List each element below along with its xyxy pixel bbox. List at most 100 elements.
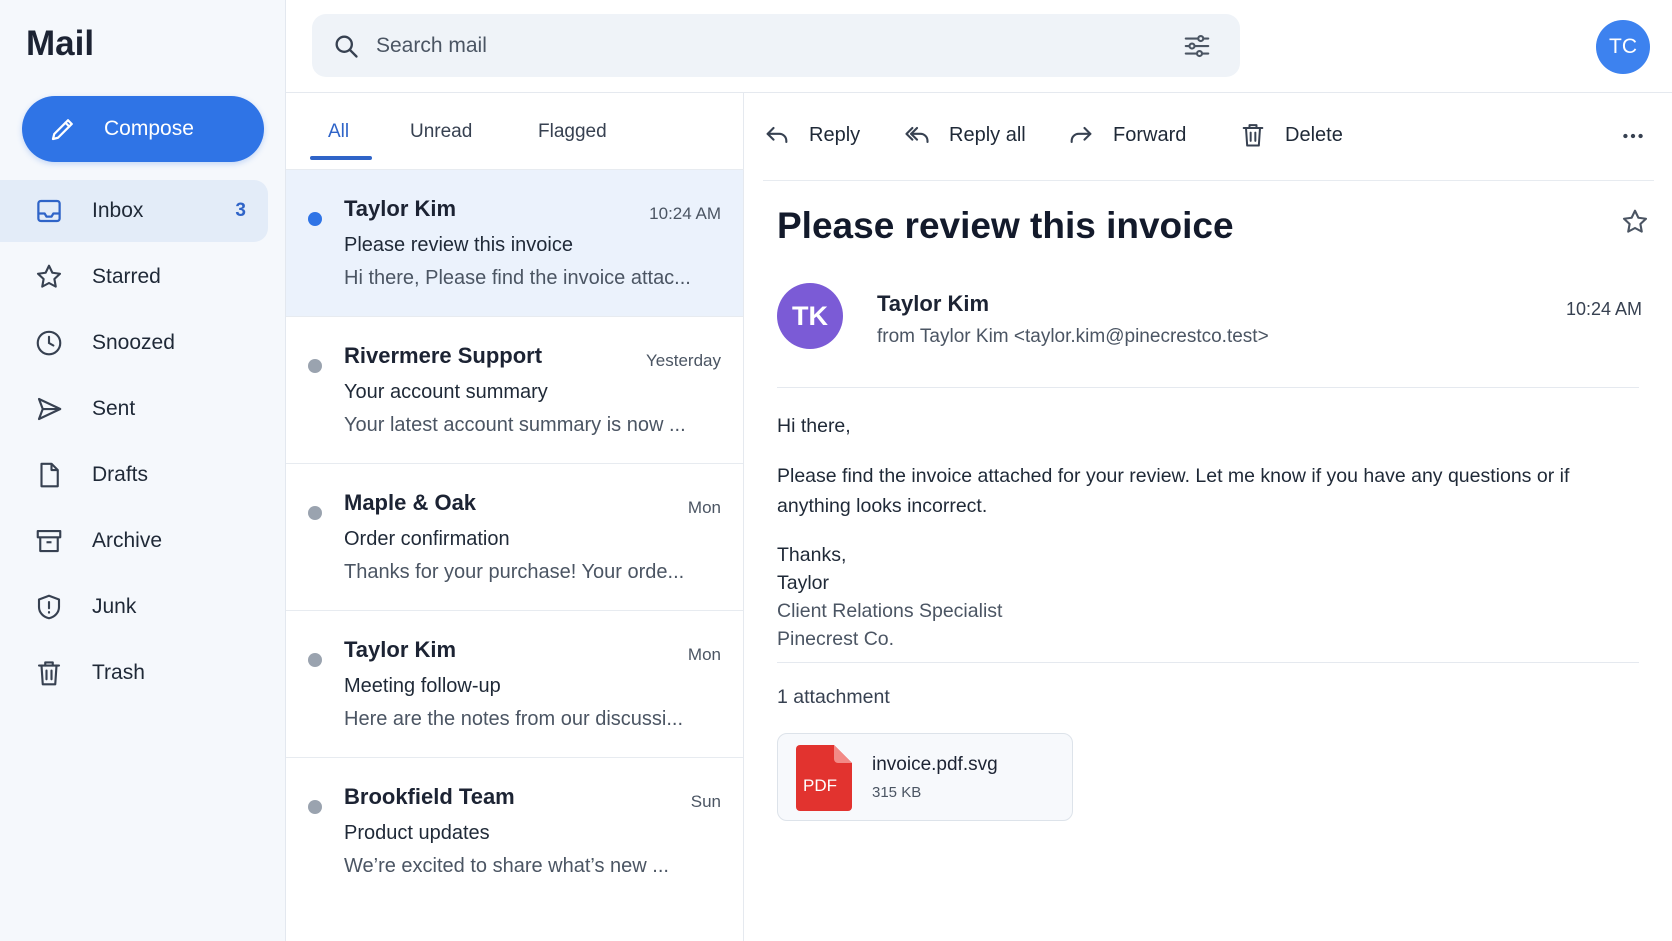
folder-nav: Inbox 3 Starred Snoozed Sent Drafts Arch… — [0, 180, 268, 708]
sidebar-item-label: Trash — [92, 661, 145, 684]
forward-button[interactable]: Forward — [1067, 121, 1186, 149]
star-icon — [36, 264, 62, 288]
message-time: Yesterday — [646, 351, 721, 370]
reply-icon — [766, 126, 788, 144]
search-input[interactable] — [376, 33, 1156, 58]
message-subject: Order confirmation — [344, 528, 510, 550]
message-sender: Rivermere Support — [344, 343, 543, 368]
message-toolbar: Reply Reply all Forward Delete — [763, 93, 1654, 181]
unread-dot — [308, 212, 322, 226]
sender-address: from Taylor Kim <taylor.kim@pinecrestco.… — [877, 326, 1269, 347]
mail-app: Mail Compose Inbox 3 Starred Snoozed Sen… — [0, 0, 1672, 941]
sidebar-item-label: Inbox — [92, 199, 144, 222]
message-sender: Brookfield Team — [344, 784, 515, 809]
message-row[interactable]: Taylor Kim Mon Meeting follow-up Here ar… — [286, 611, 743, 758]
filter-settings-icon[interactable] — [1182, 31, 1212, 61]
pdf-file-icon: PDF — [796, 745, 852, 811]
reply-button[interactable]: Reply — [763, 121, 860, 149]
star-icon[interactable] — [1620, 207, 1650, 237]
message-body: Hi there, Please find the invoice attach… — [777, 411, 1627, 653]
list-tabs: All Unread Flagged — [286, 93, 744, 170]
shield-icon — [37, 594, 61, 620]
delete-label: Delete — [1285, 123, 1343, 146]
attachment-card[interactable]: PDF invoice.pdf.svg 315 KB — [777, 733, 1073, 821]
message-preview: Your latest account summary is now ... — [344, 414, 686, 436]
read-dot — [308, 653, 322, 667]
tab-unread[interactable]: Unread — [410, 121, 472, 143]
message-subject: Meeting follow-up — [344, 675, 501, 697]
tab-flagged[interactable]: Flagged — [538, 121, 607, 143]
pencil-icon — [51, 119, 73, 141]
sidebar-item-snoozed[interactable]: Snoozed — [0, 312, 268, 374]
sidebar-item-label: Drafts — [92, 463, 149, 486]
attachment-name: invoice.pdf.svg — [872, 754, 998, 775]
reply-all-icon — [905, 126, 929, 144]
trash-icon — [1242, 124, 1264, 147]
draft-icon — [40, 462, 59, 488]
more-options-icon[interactable] — [1618, 123, 1648, 149]
unread-count-badge: 3 — [235, 200, 246, 221]
message-preview: Hi there, Please find the invoice attac.… — [344, 267, 691, 289]
attachment-size: 315 KB — [872, 784, 922, 801]
message-row[interactable]: Brookfield Team Sun Product updates We’r… — [286, 758, 743, 905]
sidebar-item-junk[interactable]: Junk — [0, 576, 268, 638]
user-avatar[interactable]: TC — [1596, 20, 1650, 74]
signature-company: Pinecrest Co. — [777, 628, 895, 650]
sender-name: Taylor Kim — [877, 291, 990, 316]
body-paragraph: Please find the invoice attached for you… — [777, 465, 1570, 517]
message-sender: Taylor Kim — [344, 637, 457, 662]
message-row[interactable]: Maple & Oak Mon Order confirmation Thank… — [286, 464, 743, 611]
sidebar-item-label: Junk — [92, 595, 137, 618]
sidebar-item-archive[interactable]: Archive — [0, 510, 268, 572]
tab-all[interactable]: All — [328, 121, 349, 143]
compose-button[interactable]: Compose — [22, 96, 264, 162]
divider — [777, 662, 1639, 663]
clock-icon — [36, 330, 62, 356]
forward-icon — [1070, 126, 1092, 144]
body-greeting: Hi there, — [777, 415, 851, 437]
message-time: Mon — [687, 498, 721, 517]
sidebar-item-drafts[interactable]: Drafts — [0, 444, 268, 506]
reply-all-button[interactable]: Reply all — [903, 121, 1026, 149]
message-row[interactable]: Rivermere Support Yesterday Your account… — [286, 317, 743, 464]
message-sender: Maple & Oak — [344, 490, 477, 515]
sidebar-item-starred[interactable]: Starred — [0, 246, 268, 308]
sidebar-item-label: Starred — [92, 265, 161, 288]
message-preview: Here are the notes from our discussi... — [344, 708, 684, 730]
message-time: Sun — [690, 792, 721, 811]
compose-label: Compose — [104, 117, 194, 140]
read-dot — [308, 359, 322, 373]
inbox-icon — [37, 199, 61, 223]
sidebar-item-inbox[interactable]: Inbox 3 — [0, 180, 268, 242]
message-time: Mon — [687, 645, 721, 664]
sidebar-item-label: Snoozed — [92, 331, 175, 354]
signature-name: Taylor — [777, 572, 830, 594]
signature-title: Client Relations Specialist — [777, 600, 1003, 622]
reply-label: Reply — [809, 123, 861, 146]
sidebar-item-label: Sent — [92, 397, 136, 420]
message-row[interactable]: Taylor Kim 10:24 AM Please review this i… — [286, 170, 743, 317]
divider — [777, 387, 1639, 388]
sidebar-item-trash[interactable]: Trash — [0, 642, 268, 704]
sidebar-item-sent[interactable]: Sent — [0, 378, 268, 440]
trash-icon — [37, 661, 61, 686]
message-preview: Thanks for your purchase! Your orde... — [344, 561, 685, 583]
body-signoff: Thanks, — [777, 544, 847, 566]
sidebar: Mail Compose Inbox 3 Starred Snoozed Sen… — [0, 0, 286, 941]
read-dot — [308, 506, 322, 520]
app-title: Mail — [26, 24, 95, 63]
delete-button[interactable]: Delete — [1239, 121, 1343, 149]
reading-pane: Reply Reply all Forward Delete Please re… — [745, 93, 1672, 941]
message-preview: We’re excited to share what’s new ... — [344, 855, 669, 877]
message-sender: Taylor Kim — [344, 196, 457, 221]
message-subject: Please review this invoice — [344, 234, 573, 256]
sender-avatar: TK — [777, 283, 843, 349]
archive-icon — [36, 529, 62, 553]
message-subject-heading: Please review this invoice — [777, 205, 1234, 246]
send-icon — [37, 397, 62, 421]
read-dot — [308, 800, 322, 814]
pdf-badge-text: PDF — [803, 776, 837, 795]
active-tab-indicator — [310, 156, 372, 160]
message-subject: Your account summary — [344, 381, 548, 403]
message-subject: Product updates — [344, 822, 490, 844]
